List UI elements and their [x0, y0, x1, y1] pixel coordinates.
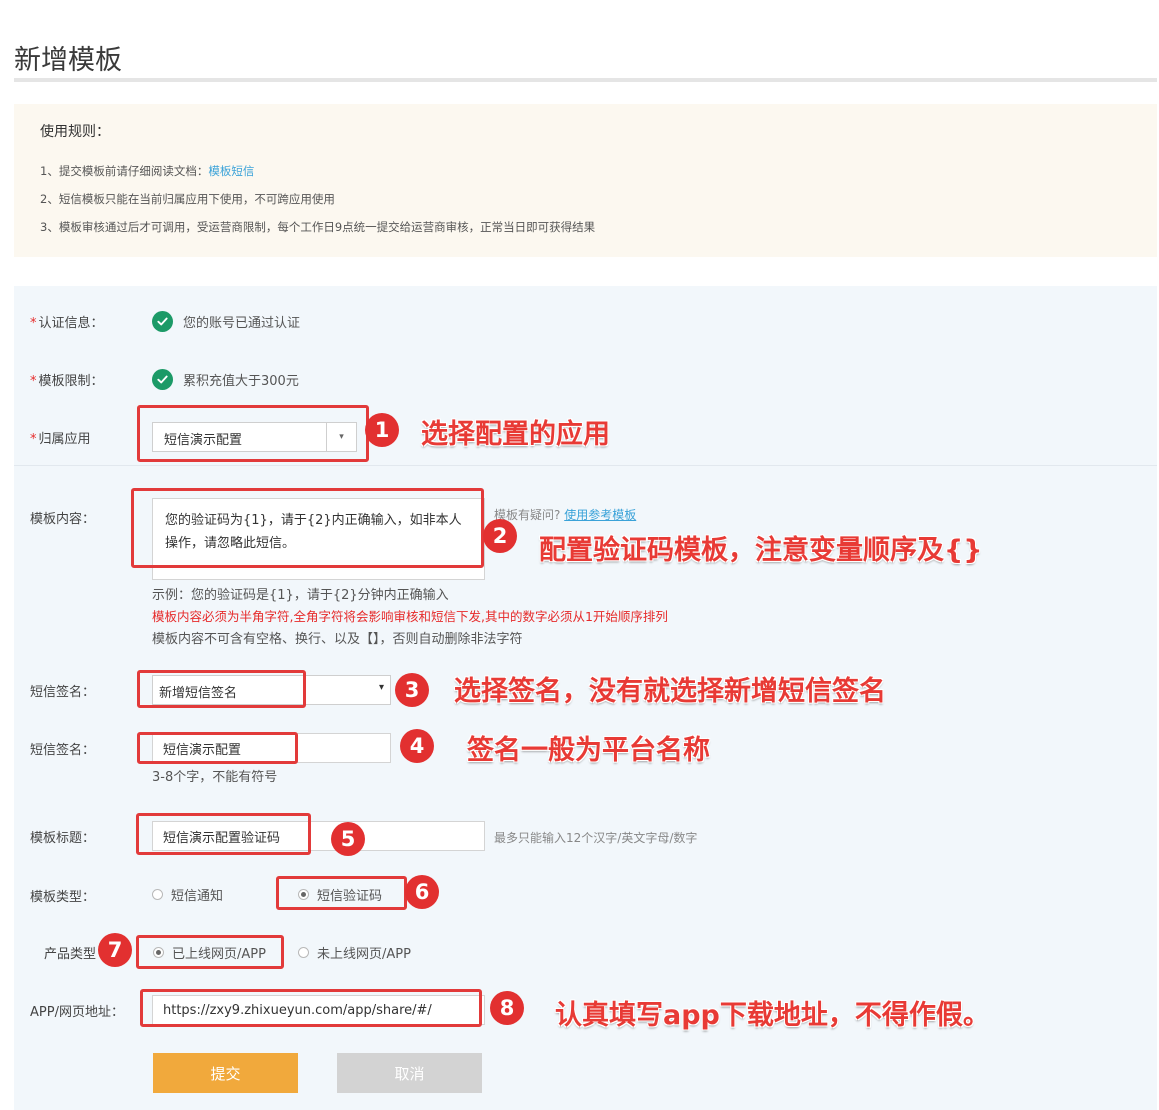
step-badge-6: 6: [405, 875, 439, 909]
check-circle-icon: [152, 369, 173, 390]
rule-item-2: 2、短信模板只能在当前归属应用下使用，不可跨应用使用: [40, 192, 335, 206]
annotation-text-8: 认真填写app下载地址，不得作假。: [555, 1000, 990, 1031]
step-badge-7: 7: [98, 933, 132, 967]
highlight-box-3: [137, 670, 306, 708]
product-option-offline-label: 未上线网页/APP: [317, 947, 411, 962]
auth-label: * 认证信息：: [30, 312, 104, 331]
highlight-box-8: [140, 989, 482, 1027]
page-title: 新增模板: [14, 45, 122, 76]
step-badge-5: 5: [331, 822, 365, 856]
sign-input-hint: 3-8个字，不能有符号: [152, 770, 278, 785]
highlight-box-1: [137, 405, 369, 462]
rule-item-1-text: 1、提交模板前请仔细阅读文档：: [40, 164, 209, 178]
type-option-notice[interactable]: 短信通知: [152, 885, 223, 904]
auth-status: 您的账号已通过认证: [152, 311, 300, 332]
app-label-text: 归属应用: [38, 432, 91, 447]
highlight-box-6: [276, 876, 407, 910]
sign-select-label: 短信签名：: [30, 685, 96, 700]
url-label: APP/网页地址：: [30, 1005, 124, 1020]
required-mark: *: [30, 374, 37, 389]
rule-item-3: 3、模板审核通过后才可调用，受运营商限制，每个工作日9点统一提交给运营商审核，正…: [40, 220, 596, 234]
dropdown-arrow-icon[interactable]: ▾: [379, 682, 384, 693]
radio-icon[interactable]: [152, 889, 163, 900]
radio-icon[interactable]: [298, 947, 309, 958]
auth-label-text: 认证信息：: [38, 316, 104, 331]
required-mark: *: [30, 316, 37, 331]
required-mark: *: [30, 432, 37, 447]
step-badge-2: 2: [483, 519, 517, 553]
annotation-text-2: 配置验证码模板，注意变量顺序及{}: [539, 535, 983, 566]
product-option-offline[interactable]: 未上线网页/APP: [298, 943, 411, 962]
highlight-box-7: [136, 935, 284, 969]
cancel-button[interactable]: 取消: [337, 1053, 482, 1093]
step-badge-4: 4: [400, 729, 434, 763]
template-sms-doc-link[interactable]: 模板短信: [208, 164, 254, 178]
highlight-box-2: [131, 488, 484, 568]
highlight-box-4: [137, 732, 298, 764]
sign-input-label: 短信签名：: [30, 743, 96, 758]
content-warning: 模板内容必须为半角字符,全角字符将会影响审核和短信下发,其中的数字必须从1开始顺…: [152, 609, 668, 624]
step-badge-1: 1: [365, 413, 399, 447]
annotation-text-1: 选择配置的应用: [421, 419, 610, 450]
limit-status-text: 累积充值大于300元: [183, 374, 299, 389]
limit-label-text: 模板限制：: [38, 374, 104, 389]
title-divider: [14, 78, 1157, 82]
annotation-text-4: 签名一般为平台名称: [467, 735, 710, 766]
title-label: 模板标题：: [30, 831, 96, 846]
product-label: 产品类型: [44, 947, 97, 962]
content-label: 模板内容：: [30, 512, 96, 527]
app-label: * 归属应用: [30, 428, 91, 447]
rules-title: 使用规则：: [40, 124, 110, 140]
type-label: 模板类型：: [30, 890, 96, 905]
annotation-text-3: 选择签名，没有就选择新增短信签名: [454, 676, 886, 707]
submit-button[interactable]: 提交: [153, 1053, 298, 1093]
step-badge-8: 8: [490, 991, 524, 1025]
type-option-notice-label: 短信通知: [171, 889, 224, 904]
check-circle-icon: [152, 311, 173, 332]
form-divider: [14, 465, 1157, 466]
limit-status: 累积充值大于300元: [152, 369, 299, 390]
highlight-box-5: [136, 813, 311, 855]
title-hint: 最多只能输入12个汉字/英文字母/数字: [494, 831, 698, 845]
limit-label: * 模板限制：: [30, 370, 104, 389]
content-help: 模板有疑问? 使用参考模板: [494, 506, 636, 523]
content-rule: 模板内容不可含有空格、换行、以及【】，否则自动删除非法字符: [152, 632, 523, 647]
step-badge-3: 3: [395, 673, 429, 707]
content-example: 示例：您的验证码是{1}，请于{2}分钟内正确输入: [152, 588, 449, 603]
reference-template-link[interactable]: 使用参考模板: [564, 508, 636, 522]
auth-status-text: 您的账号已通过认证: [183, 316, 301, 331]
rule-item-1: 1、提交模板前请仔细阅读文档：模板短信: [40, 163, 254, 179]
